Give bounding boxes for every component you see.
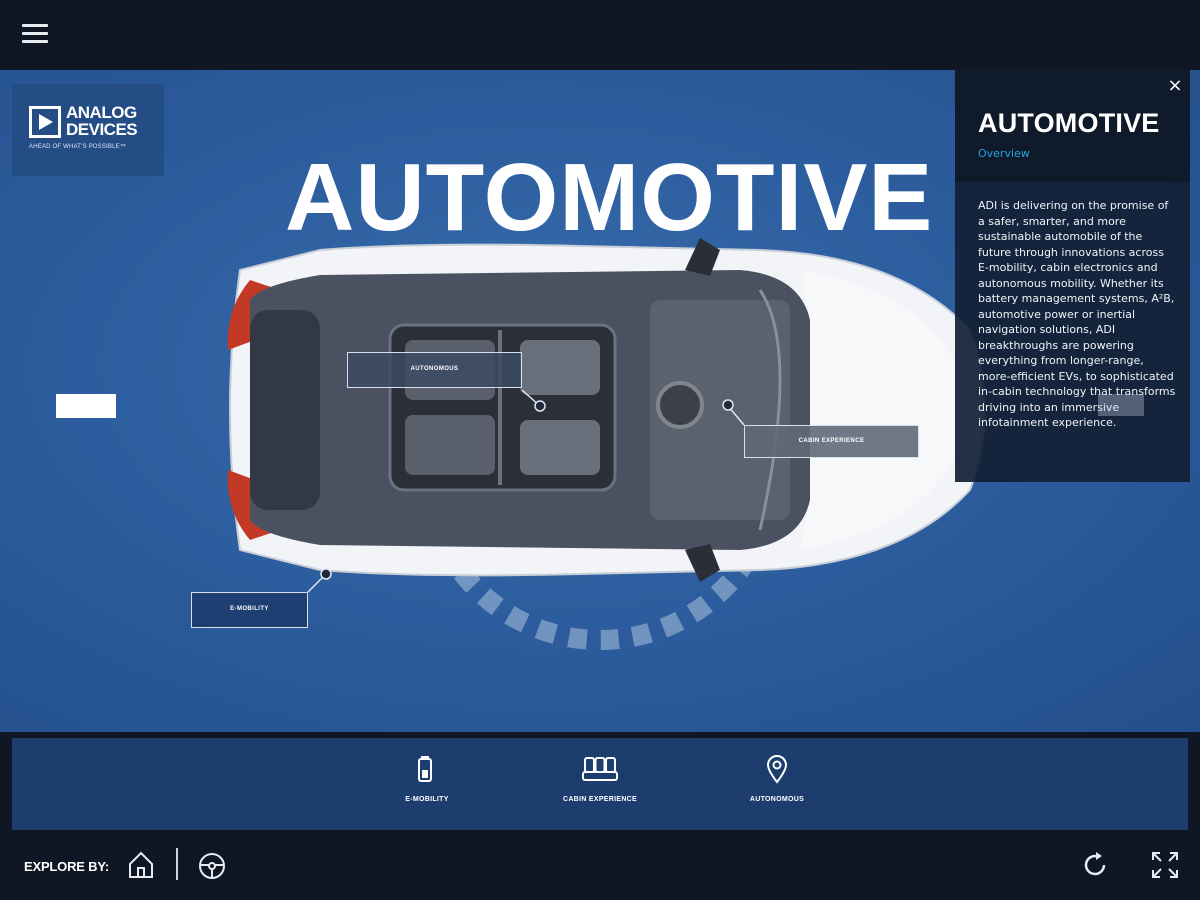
hamburger-menu-icon[interactable] [22,24,48,44]
home-icon[interactable] [128,850,154,880]
footer-bar: EXPLORE BY: [0,830,1200,900]
nav-autonomous-label: AUTONOMOUS [749,796,805,803]
seats-icon [582,757,618,781]
info-panel-subtitle[interactable]: Overview [978,147,1030,160]
top-bar [0,0,1200,70]
battery-icon [418,756,432,782]
hotspot-cabin-experience[interactable]: CABIN EXPERIENCE [744,425,919,458]
app-root: ANALOG DEVICES AHEAD OF WHAT'S POSSIBLE™… [0,0,1200,900]
steering-wheel-icon[interactable] [198,852,226,880]
hotspot-autonomous[interactable]: AUTONOMOUS [347,352,522,388]
stage: ANALOG DEVICES AHEAD OF WHAT'S POSSIBLE™… [0,70,1200,732]
refresh-icon[interactable] [1080,850,1110,880]
explore-by-label: EXPLORE BY: [24,859,109,874]
car-illustration [227,238,986,582]
nav-e-mobility-label: E-MOBILITY [405,796,449,803]
analog-devices-logo[interactable]: ANALOG DEVICES AHEAD OF WHAT'S POSSIBLE™ [12,84,164,176]
info-panel-header: × AUTOMOTIVE Overview [955,70,1190,182]
logo-text: ANALOG DEVICES [66,103,138,139]
hotspot-e-mobility[interactable]: E-MOBILITY [191,592,308,628]
fullscreen-icon[interactable] [1150,850,1180,880]
nav-cabin-experience-label: CABIN EXPERIENCE [562,796,638,803]
white-chip[interactable] [56,394,116,418]
nav-cabin-experience[interactable]: CABIN EXPERIENCE [550,754,650,803]
nav-autonomous[interactable]: AUTONOMOUS [727,754,827,803]
location-pin-icon [766,755,788,784]
footer-separator [176,848,178,880]
info-panel-scrollbar[interactable] [1098,394,1144,416]
logo-triangle-icon [29,106,61,138]
info-panel-title: AUTOMOTIVE [978,108,1160,138]
logo-line2: DEVICES [66,120,138,139]
logo-tagline: AHEAD OF WHAT'S POSSIBLE™ [29,144,127,150]
close-icon[interactable]: × [1165,76,1185,96]
logo-line1: ANALOG [66,103,137,122]
info-panel: × AUTOMOTIVE Overview ADI is delivering … [955,70,1190,482]
bottom-nav: E-MOBILITY CABIN EXPERIENCE AUTONOMOUS [12,738,1188,830]
nav-e-mobility[interactable]: E-MOBILITY [382,754,472,803]
info-panel-body: ADI is delivering on the promise of a sa… [978,199,1176,429]
